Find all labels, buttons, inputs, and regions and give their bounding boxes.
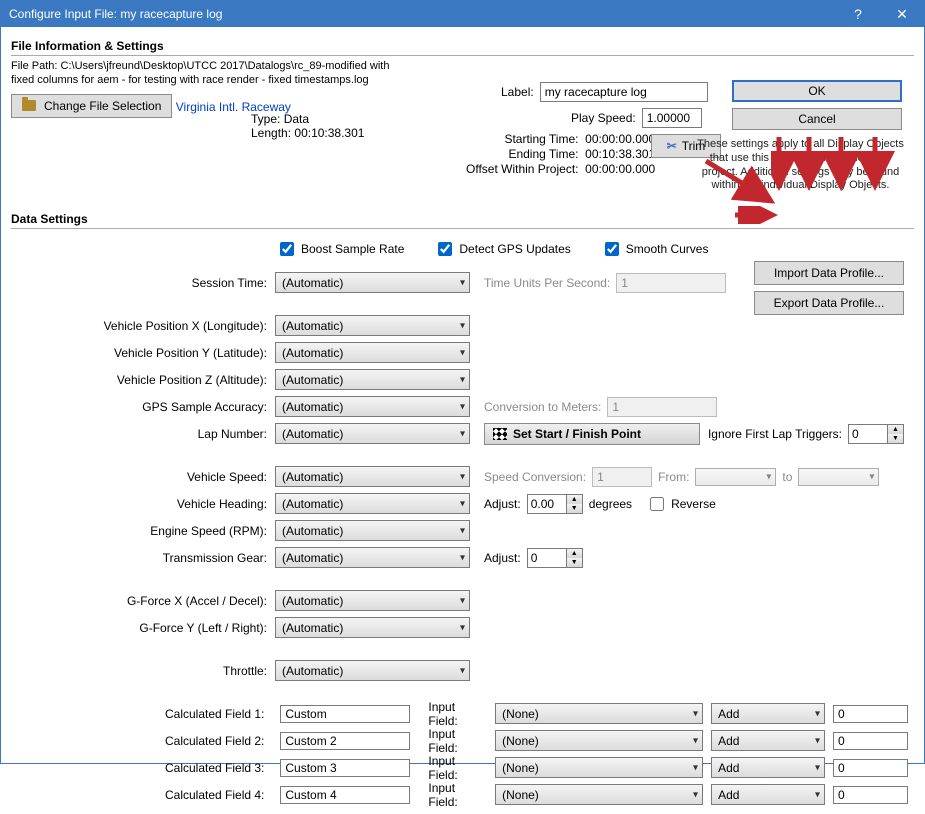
taps-input bbox=[616, 273, 726, 293]
import-profile-button[interactable]: Import Data Profile... bbox=[754, 261, 904, 285]
window-title: Configure Input File: my racecapture log bbox=[9, 7, 836, 21]
gear-spin[interactable]: ▲▼ bbox=[527, 548, 583, 568]
rpm-combo[interactable]: (Automatic)▾ bbox=[275, 520, 470, 541]
type-block: Type: Data Length: 00:10:38.301 bbox=[251, 112, 364, 140]
lon-combo[interactable]: (Automatic)▾ bbox=[275, 315, 470, 336]
calc2-op-combo[interactable]: Add▾ bbox=[711, 730, 825, 751]
calc3-value[interactable] bbox=[833, 759, 908, 777]
label-input[interactable] bbox=[540, 82, 708, 102]
flag-icon bbox=[493, 428, 507, 440]
title-bar: Configure Input File: my racecapture log… bbox=[1, 1, 924, 27]
folder-icon bbox=[22, 100, 36, 111]
from-combo: ▾ bbox=[695, 468, 776, 486]
calc4-name[interactable] bbox=[280, 786, 410, 804]
calc1-name[interactable] bbox=[280, 705, 410, 723]
scissors-icon: ✂ bbox=[667, 139, 677, 153]
ignore-spin[interactable]: ▲▼ bbox=[848, 424, 904, 444]
calc2-input-combo[interactable]: (None)▾ bbox=[495, 730, 703, 751]
times-block: Starting Time: 00:00:00.000 Ending Time:… bbox=[466, 132, 655, 177]
file-path: File Path: C:\Users\jfreund\Desktop\UTCC… bbox=[11, 60, 411, 88]
reverse-checkbox[interactable]: Reverse bbox=[646, 494, 716, 514]
playspeed-input[interactable] bbox=[642, 108, 702, 128]
file-info-heading: File Information & Settings bbox=[11, 37, 914, 56]
calc1-input-combo[interactable]: (None)▾ bbox=[495, 703, 703, 724]
speed-combo[interactable]: (Automatic)▾ bbox=[275, 466, 470, 487]
gpsacc-combo[interactable]: (Automatic)▾ bbox=[275, 396, 470, 417]
calc4-input-combo[interactable]: (None)▾ bbox=[495, 784, 703, 805]
boost-checkbox[interactable]: Boost Sample Rate bbox=[276, 239, 404, 259]
ok-button[interactable]: OK bbox=[732, 80, 902, 102]
calc3-name[interactable] bbox=[280, 759, 410, 777]
change-file-button[interactable]: Change File Selection bbox=[11, 94, 172, 118]
lap-combo[interactable]: (Automatic)▾ bbox=[275, 423, 470, 444]
calc1-value[interactable] bbox=[833, 705, 908, 723]
conv-m-input bbox=[607, 397, 717, 417]
calc3-op-combo[interactable]: Add▾ bbox=[711, 757, 825, 778]
close-button[interactable]: ✕ bbox=[880, 1, 924, 27]
calc2-value[interactable] bbox=[833, 732, 908, 750]
export-profile-button[interactable]: Export Data Profile... bbox=[754, 291, 904, 315]
session-time-combo[interactable]: (Automatic)▾ bbox=[275, 272, 470, 293]
throttle-combo[interactable]: (Automatic)▾ bbox=[275, 660, 470, 681]
calc1-op-combo[interactable]: Add▾ bbox=[711, 703, 825, 724]
calc3-input-combo[interactable]: (None)▾ bbox=[495, 757, 703, 778]
taps-label: Time Units Per Second: bbox=[484, 276, 610, 290]
gy-combo[interactable]: (Automatic)▾ bbox=[275, 617, 470, 638]
heading-combo[interactable]: (Automatic)▾ bbox=[275, 493, 470, 514]
calc2-name[interactable] bbox=[280, 732, 410, 750]
gear-combo[interactable]: (Automatic)▾ bbox=[275, 547, 470, 568]
playspeed-label: Play Speed: bbox=[571, 111, 636, 125]
set-start-finish-button[interactable]: Set Start / Finish Point bbox=[484, 423, 700, 445]
label-label: Label: bbox=[501, 85, 534, 99]
session-time-label: Session Time: bbox=[17, 276, 275, 290]
alt-combo[interactable]: (Automatic)▾ bbox=[275, 369, 470, 390]
detect-checkbox[interactable]: Detect GPS Updates bbox=[434, 239, 570, 259]
cancel-button[interactable]: Cancel bbox=[732, 108, 902, 130]
calc3-label: Calculated Field 3: bbox=[17, 761, 272, 775]
to-combo: ▾ bbox=[798, 468, 879, 486]
speed-conv-input bbox=[592, 467, 652, 487]
help-text: These settings apply to all Display Obje… bbox=[693, 138, 908, 193]
calc2-label: Calculated Field 2: bbox=[17, 734, 272, 748]
calc4-op-combo[interactable]: Add▾ bbox=[711, 784, 825, 805]
lat-combo[interactable]: (Automatic)▾ bbox=[275, 342, 470, 363]
calc1-label: Calculated Field 1: bbox=[17, 707, 272, 721]
help-button[interactable]: ? bbox=[836, 1, 880, 27]
data-settings-heading: Data Settings bbox=[11, 210, 914, 229]
smooth-checkbox[interactable]: Smooth Curves bbox=[601, 239, 709, 259]
calc4-value[interactable] bbox=[833, 786, 908, 804]
gx-combo[interactable]: (Automatic)▾ bbox=[275, 590, 470, 611]
calc4-label: Calculated Field 4: bbox=[17, 788, 272, 802]
heading-spin[interactable]: ▲▼ bbox=[527, 494, 583, 514]
